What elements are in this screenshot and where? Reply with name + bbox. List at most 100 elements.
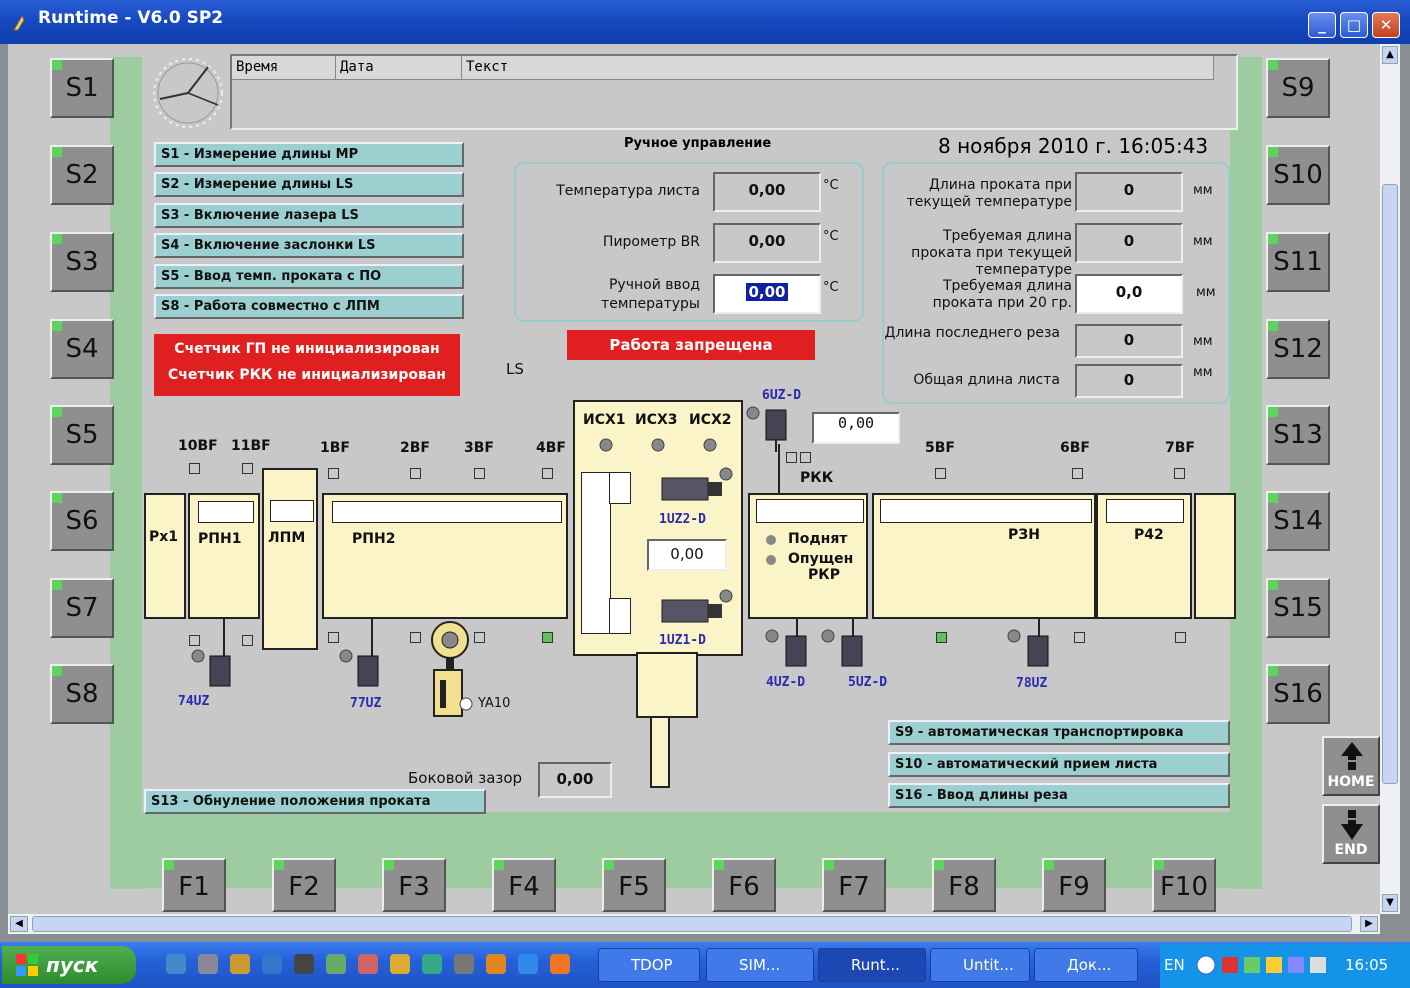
s-button-10[interactable]: S10 <box>1266 145 1330 205</box>
total-length-field: 0 <box>1075 364 1183 398</box>
s-button-7[interactable]: S7 <box>50 578 114 638</box>
f-button-10[interactable]: F10 <box>1152 858 1216 912</box>
vertical-scrollbar[interactable]: ▲ ▼ <box>1380 44 1400 914</box>
motor-5uz-icon <box>821 629 863 667</box>
s-button-13[interactable]: S13 <box>1266 405 1330 465</box>
f-button-5[interactable]: F5 <box>602 858 666 912</box>
browser-icon[interactable] <box>518 954 538 974</box>
indicator-led <box>52 234 62 244</box>
scroll-up-icon[interactable]: ▲ <box>1382 46 1398 64</box>
clock-icon <box>153 58 223 128</box>
block-rpn1[interactable]: РПН1 <box>188 493 260 619</box>
s-button-8[interactable]: S8 <box>50 664 114 724</box>
block-rpn2[interactable]: РПН2 <box>322 493 568 619</box>
save-icon[interactable] <box>294 954 314 974</box>
bag-icon[interactable] <box>390 954 410 974</box>
f-button-7[interactable]: F7 <box>822 858 886 912</box>
f-button-3[interactable]: F3 <box>382 858 446 912</box>
s-button-6[interactable]: S6 <box>50 491 114 551</box>
alarm-column-time[interactable]: Время <box>232 56 336 80</box>
left-frame <box>110 57 142 889</box>
s-button-1[interactable]: S1 <box>50 58 114 118</box>
total-length-unit: мм <box>1193 365 1213 380</box>
f-button-2[interactable]: F2 <box>272 858 336 912</box>
f-button-6[interactable]: F6 <box>712 858 776 912</box>
indicator-led <box>494 860 504 870</box>
folder-icon[interactable] <box>230 954 250 974</box>
block-rkk[interactable]: Поднят Опущен РКР <box>748 493 868 619</box>
s-button-4[interactable]: S4 <box>50 319 114 379</box>
sensor-bottom-7 <box>936 632 947 643</box>
scroll-right-icon[interactable]: ▶ <box>1360 916 1378 932</box>
info-icon[interactable] <box>454 954 474 974</box>
sensor-3bf-label: 3BF <box>464 440 494 456</box>
block-r42[interactable]: Р42 <box>1096 493 1192 619</box>
s-button-12[interactable]: S12 <box>1266 319 1330 379</box>
task-tdop[interactable]: TDOP <box>598 948 700 982</box>
alarm-list[interactable]: Время Дата Текст <box>230 54 1238 130</box>
vertical-scroll-thumb[interactable] <box>1382 184 1398 784</box>
f-button-4[interactable]: F4 <box>492 858 556 912</box>
language-indicator[interactable]: EN <box>1164 956 1185 974</box>
s-item-2[interactable]: S2 - Измерение длины LS <box>154 172 464 197</box>
document-icon[interactable] <box>262 954 282 974</box>
s-button-2[interactable]: S2 <box>50 145 114 205</box>
s9-item[interactable]: S9 - автоматическая транспортировка <box>888 720 1230 745</box>
s-item-5[interactable]: S5 - Ввод темп. проката с ПО <box>154 264 464 289</box>
firefox-icon[interactable] <box>550 954 570 974</box>
rkk-label: РКК <box>800 470 834 486</box>
s-button-14[interactable]: S14 <box>1266 491 1330 551</box>
s-item-1[interactable]: S1 - Измерение длины МР <box>154 142 464 167</box>
length-required-20-input[interactable]: 0,0 <box>1075 274 1183 314</box>
alarm-column-date[interactable]: Дата <box>336 56 462 80</box>
scroll-left-icon[interactable]: ◀ <box>10 916 28 932</box>
s16-item[interactable]: S16 - Ввод длины реза <box>888 783 1230 808</box>
sensor-bottom-4 <box>410 632 421 643</box>
s-item-4[interactable]: S4 - Включение заслонки LS <box>154 233 464 258</box>
close-button[interactable]: ✕ <box>1372 12 1400 38</box>
start-button[interactable]: пуск <box>2 946 136 984</box>
end-button[interactable]: END <box>1322 804 1380 864</box>
task-untitled[interactable]: Untit... <box>930 948 1030 982</box>
f-button-8[interactable]: F8 <box>932 858 996 912</box>
s-button-11[interactable]: S11 <box>1266 232 1330 292</box>
terminal-icon[interactable] <box>422 954 442 974</box>
lowered-indicator <box>766 555 776 565</box>
motor-1uz1-icon <box>661 589 733 623</box>
arrow-icon[interactable] <box>358 954 378 974</box>
s-button-9[interactable]: S9 <box>1266 58 1330 118</box>
maximize-button[interactable]: □ <box>1340 12 1368 38</box>
word-icon[interactable] <box>326 954 346 974</box>
s-item-3[interactable]: S3 - Включение лазера LS <box>154 203 464 228</box>
horizontal-scroll-thumb[interactable] <box>32 916 1352 932</box>
home-button[interactable]: HOME <box>1322 736 1380 796</box>
manual-temp-input[interactable]: 0,00 <box>713 274 821 314</box>
horizontal-scrollbar[interactable]: ◀ ▶ <box>8 914 1380 934</box>
app-icon <box>13 14 25 31</box>
sensor-bottom-9 <box>1175 632 1186 643</box>
s10-item[interactable]: S10 - автоматический прием листа <box>888 752 1230 777</box>
scroll-down-icon[interactable]: ▼ <box>1382 894 1398 912</box>
show-desktop-icon[interactable] <box>166 954 186 974</box>
media-icon[interactable] <box>486 954 506 974</box>
block-end[interactable] <box>1194 493 1236 619</box>
minimize-button[interactable]: _ <box>1308 12 1336 38</box>
task-runtime[interactable]: Runt... <box>818 948 926 982</box>
notepad-icon[interactable] <box>198 954 218 974</box>
f-button-9[interactable]: F9 <box>1042 858 1106 912</box>
s-button-15[interactable]: S15 <box>1266 578 1330 638</box>
s-button-16[interactable]: S16 <box>1266 664 1330 724</box>
s-button-3[interactable]: S3 <box>50 232 114 292</box>
block-rzn[interactable]: РЗН <box>872 493 1096 619</box>
task-document[interactable]: Док... <box>1034 948 1138 982</box>
alarm-column-text[interactable]: Текст <box>462 56 1214 80</box>
block-lpm[interactable]: ЛПМ <box>262 468 318 650</box>
s-button-5[interactable]: S5 <box>50 405 114 465</box>
manual-temp-label: Ручной ввод температуры <box>601 277 700 312</box>
s-item-8[interactable]: S8 - Работа совместно с ЛПМ <box>154 294 464 319</box>
f-button-1[interactable]: F1 <box>162 858 226 912</box>
task-sim[interactable]: SIM... <box>706 948 814 982</box>
sensor-bottom-1 <box>189 635 200 646</box>
block-px1[interactable]: Px1 <box>144 493 186 619</box>
s13-item[interactable]: S13 - Обнуление положения проката <box>144 789 486 814</box>
